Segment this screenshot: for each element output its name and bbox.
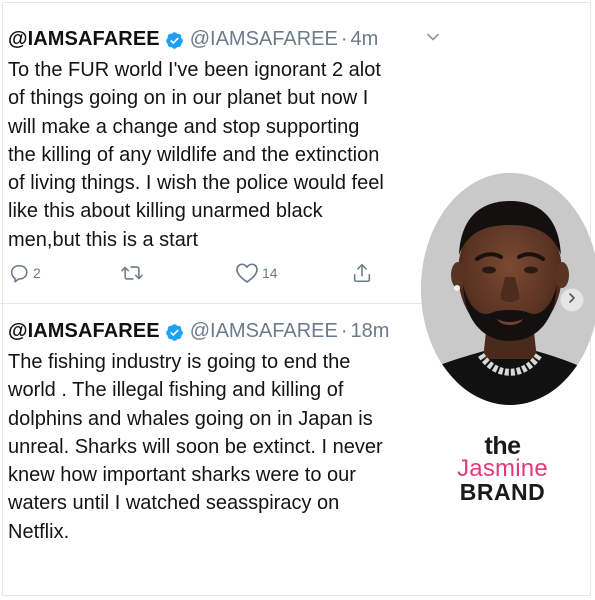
brand-logo-jasmine: Jasmine [457,455,548,482]
tweet-text-line: knew how important sharks were to our [8,464,356,487]
chevron-down-icon[interactable] [425,29,441,45]
brand-logo-the: the [484,432,522,460]
reply-icon [8,262,30,284]
separator-dot: · [340,319,348,342]
share-icon [351,262,373,284]
tweet-text-line: will make a change and stop supporting [8,115,360,138]
tweet-text-line: world . The illegal fishing and killing … [8,379,344,402]
chevron-right-icon [566,291,578,309]
tweet-text-line: dolphins and whales going on in Japan is [8,407,373,430]
display-name[interactable]: @IAMSAFAREE [8,320,160,343]
tweet-divider [0,303,452,304]
tweet-actions: 2 14 [8,262,408,288]
tweet-text-line: men,but this is a start [8,228,199,251]
display-name[interactable]: @IAMSAFAREE [8,28,160,51]
tweet-text-line: unreal. Sharks will soon be extinct. I n… [8,435,383,458]
brand-logo: the Jasmine BRAND [440,432,565,505]
timestamp[interactable]: 4m [351,28,379,51]
tweet-text-line: the killing of any wildlife and the exti… [8,143,380,166]
retweet-icon [120,262,144,284]
tweet-text-line: of living things. I wish the police woul… [8,172,384,195]
handle[interactable]: @IAMSAFAREE [190,28,338,51]
tweet-text-line: The fishing industry is going to end the [8,351,351,373]
tweet-text: The fishing industry is going to end the… [0,348,438,546]
like-count: 14 [262,265,278,281]
timestamp[interactable]: 18m [351,320,390,343]
tweet-text-line: waters until I watched seasspiracy on [8,492,340,515]
tweet-card-2[interactable]: @IAMSAFAREE @IAMSAFAREE · 18m The fishin… [0,318,440,546]
reply-button[interactable]: 2 [8,262,41,284]
separator-dot: · [340,27,348,50]
tweet-header: @IAMSAFAREE @IAMSAFAREE · 4m [0,26,440,52]
tweet-text-line: like this about killing unarmed black [8,200,323,223]
share-button[interactable] [351,262,373,284]
tweet-text: To the FUR world I've been ignorant 2 al… [0,56,438,254]
heart-icon [235,262,259,284]
verified-badge-icon [165,31,184,50]
tweet-text-line: of things going on in our planet but now… [8,87,369,110]
tweet-header: @IAMSAFAREE @IAMSAFAREE · 18m [0,318,440,344]
like-button[interactable]: 14 [235,262,278,284]
handle[interactable]: @IAMSAFAREE [190,320,338,343]
retweet-button[interactable] [120,262,147,284]
verified-badge-icon [165,323,184,342]
tweet-card-1[interactable]: @IAMSAFAREE @IAMSAFAREE · 4m To the FUR … [0,26,440,283]
reply-count: 2 [33,265,41,281]
carousel-next-button[interactable] [560,288,584,312]
tweet-text-line: Netflix. [8,520,70,543]
tweet-text-line: To the FUR world I've been ignorant 2 al… [8,59,381,81]
brand-logo-brand: BRAND [459,479,546,505]
